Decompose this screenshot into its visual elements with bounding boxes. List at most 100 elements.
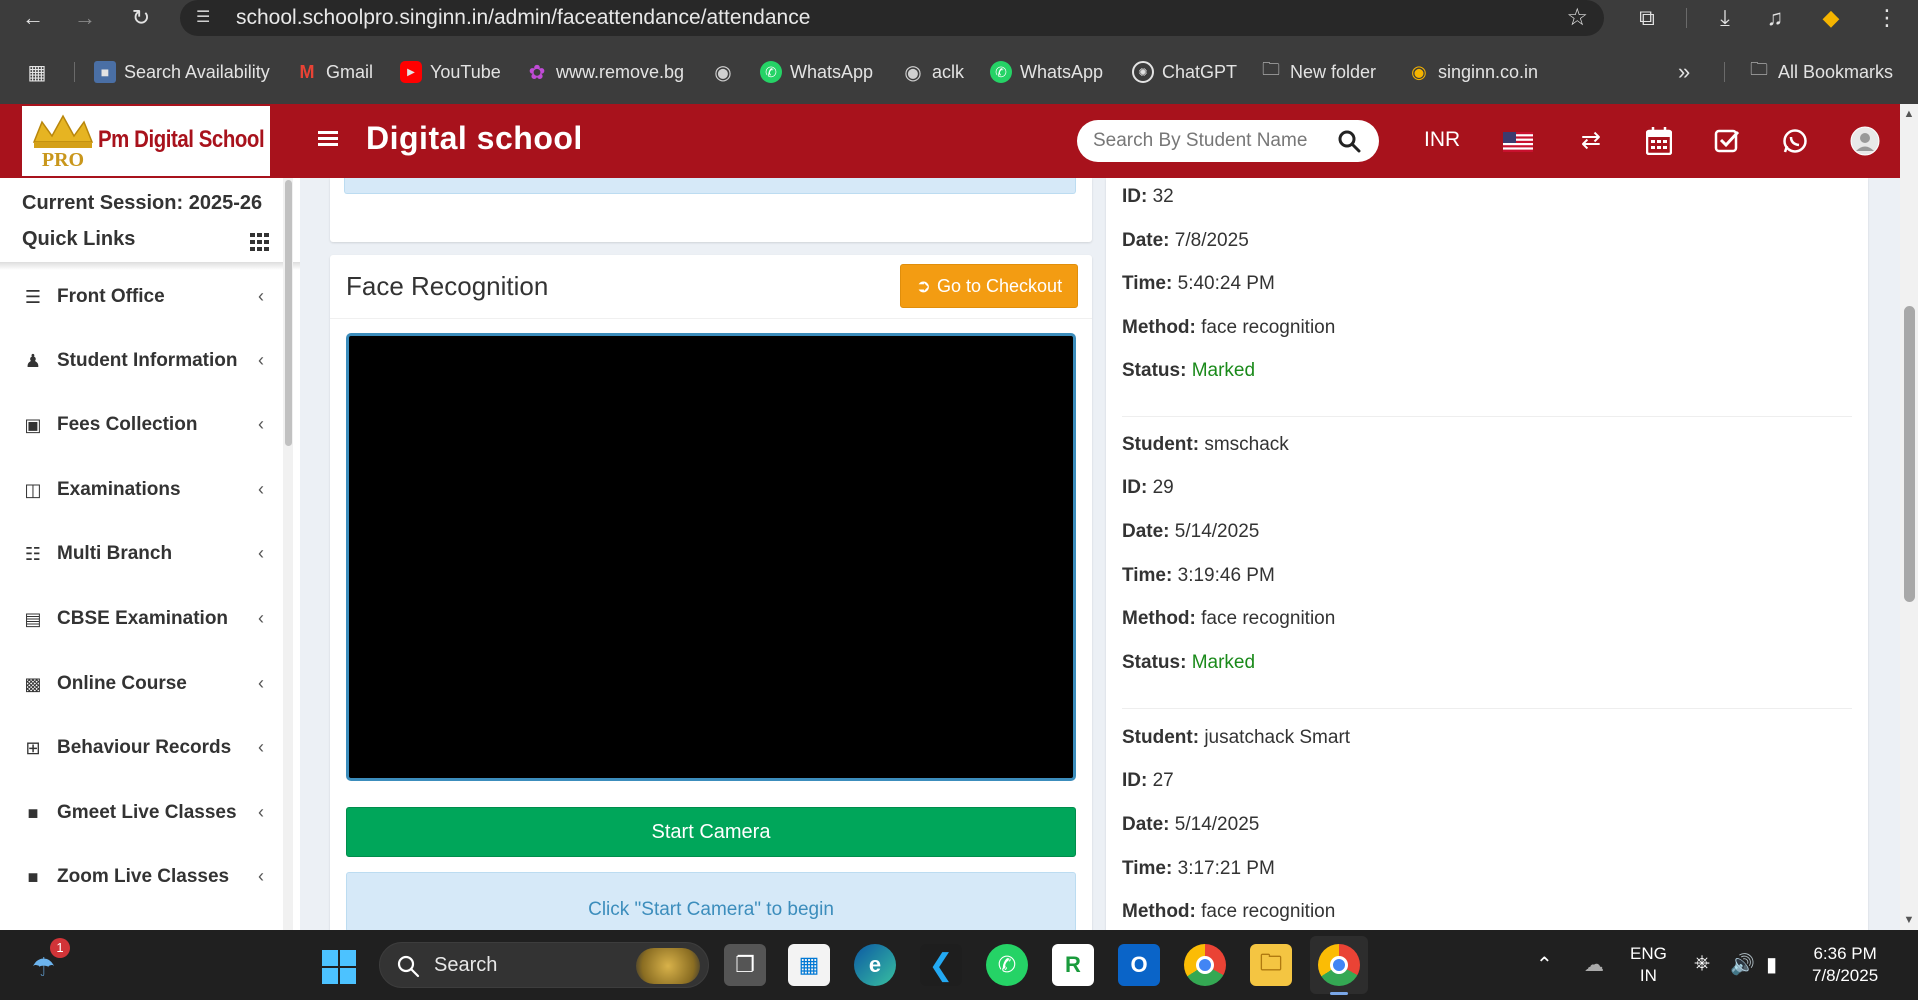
search-availability-icon: ■ <box>94 61 116 83</box>
taskbar-search[interactable]: Search <box>379 942 709 988</box>
chevron-left-icon: ‹ <box>258 673 264 693</box>
bookmark-singinn[interactable]: ◉ singinn.co.in <box>1408 58 1538 86</box>
site-settings-icon[interactable]: ☰ <box>196 7 218 29</box>
scroll-up-icon[interactable]: ▲ <box>1902 108 1916 122</box>
search-icon[interactable] <box>1337 129 1361 153</box>
chrome-icon[interactable] <box>1184 944 1226 986</box>
download-icon[interactable]: ⤓ <box>1710 4 1740 32</box>
switch-icon[interactable]: ⇄ <box>1576 126 1606 156</box>
video-camera-icon: ■ <box>27 803 39 823</box>
windows-start-icon[interactable] <box>322 950 356 984</box>
bookmark-gmail[interactable]: M Gmail <box>296 58 374 86</box>
reload-icon[interactable]: ↻ <box>126 3 156 33</box>
main-content: Face Recognition ➲ Go to Checkout Start … <box>300 178 1900 930</box>
url-text[interactable]: school.schoolpro.singinn.in/admin/faceat… <box>236 6 810 30</box>
record-date: Date: 5/14/2025 <box>1122 814 1260 835</box>
back-icon[interactable]: ← <box>18 3 48 33</box>
video-camera-icon: ■ <box>27 867 39 887</box>
logo-text: Pm Digital School <box>98 126 265 153</box>
student-search-input[interactable] <box>1093 129 1323 153</box>
bookmark-globe[interactable]: ◉ <box>712 58 734 86</box>
outlook-icon[interactable]: O <box>1118 944 1160 986</box>
sidebar: Current Session: 2025-26 Quick Links ☰ F… <box>0 178 300 930</box>
singinn-icon: ◉ <box>1411 61 1427 82</box>
task-view-icon[interactable]: ❐ <box>724 944 766 986</box>
chevron-up-icon[interactable]: ⌃ <box>1536 952 1553 977</box>
vscode-icon[interactable]: ❮ <box>920 944 962 986</box>
quick-links[interactable]: Quick Links <box>22 228 135 251</box>
record-divider <box>1122 708 1852 709</box>
school-logo[interactable]: PRO Pm Digital School <box>22 106 270 176</box>
sidebar-item-fees-collection[interactable]: ▣ Fees Collection ‹ <box>0 400 280 450</box>
record-time: Time: 3:17:21 PM <box>1122 858 1275 879</box>
sidebar-item-zoom-live-classes[interactable]: ■ Zoom Live Classes ‹ <box>0 852 280 902</box>
record-id: ID: 27 <box>1122 770 1174 791</box>
media-control-icon[interactable]: ♫ <box>1760 4 1790 32</box>
user-avatar[interactable] <box>1850 126 1880 156</box>
forward-icon[interactable]: → <box>70 3 100 33</box>
edge-browser-icon[interactable]: e <box>854 944 896 986</box>
whatsapp-icon[interactable]: ✆ <box>986 944 1028 986</box>
bookmark-whatsapp-2[interactable]: ✆ WhatsApp <box>990 58 1103 86</box>
bookmark-chatgpt[interactable]: ✺ ChatGPT <box>1132 58 1237 86</box>
battery-icon[interactable]: ▮ <box>1766 952 1777 977</box>
bookmark-new-folder[interactable]: 🗀 New folder <box>1260 58 1376 86</box>
app-r-icon[interactable]: R <box>1052 944 1094 986</box>
quick-links-grid-icon[interactable] <box>250 233 270 251</box>
scroll-down-icon[interactable]: ▼ <box>1902 914 1916 928</box>
volume-icon[interactable]: 🔊 <box>1730 952 1755 977</box>
apps-grid-icon[interactable]: ▦ <box>26 58 48 86</box>
sidebar-item-online-course[interactable]: ▩ Online Course ‹ <box>0 659 280 709</box>
bookmarks-separator <box>74 62 75 82</box>
bookmarks-bar: ▦ ■ Search Availability M Gmail ▶ YouTube ✿… <box>0 52 1918 92</box>
bookmarks-separator <box>1724 62 1725 82</box>
whatsapp-icon[interactable] <box>1782 128 1808 154</box>
sidebar-item-examinations[interactable]: ◫ Examinations ‹ <box>0 465 280 515</box>
bookmark-star-icon[interactable]: ☆ <box>1566 3 1588 32</box>
chevron-left-icon: ‹ <box>258 866 264 886</box>
crown-logo-icon: PRO <box>32 114 94 168</box>
calendar-icon[interactable] <box>1646 127 1672 155</box>
extensions-icon[interactable]: ⧉ <box>1632 4 1662 32</box>
page-scrollbar-thumb[interactable] <box>1904 306 1915 602</box>
extension-icon[interactable]: ◆ <box>1816 4 1846 32</box>
search-icon <box>397 955 420 978</box>
sidebar-toggle-icon[interactable] <box>318 128 342 152</box>
onedrive-offline-icon[interactable]: ☁ <box>1584 952 1604 977</box>
bookmarks-overflow-icon[interactable]: » <box>1678 58 1690 86</box>
sidebar-scrollbar-thumb[interactable] <box>285 180 292 446</box>
menu-kebab-icon[interactable]: ⋮ <box>1872 4 1902 32</box>
sidebar-item-multi-branch[interactable]: ☷ Multi Branch ‹ <box>0 529 280 579</box>
chrome-active-icon[interactable] <box>1318 944 1360 986</box>
omnibox[interactable]: ☰ school.schoolpro.singinn.in/admin/face… <box>180 0 1604 36</box>
currency-selector[interactable]: INR <box>1424 128 1460 152</box>
weather-umbrella-icon[interactable]: ☂ <box>32 952 55 983</box>
whatsapp-icon: ✆ <box>760 61 782 83</box>
language-indicator[interactable]: ENG IN <box>1630 944 1667 986</box>
bookmark-removebg[interactable]: ✿ www.remove.bg <box>526 58 684 86</box>
task-check-icon[interactable] <box>1714 128 1740 154</box>
bookmark-search-availability[interactable]: ■ Search Availability <box>94 58 270 86</box>
microsoft-store-icon[interactable]: ▦ <box>788 944 830 986</box>
sidebar-item-gmeet-live-classes[interactable]: ■ Gmeet Live Classes ‹ <box>0 788 280 838</box>
chevron-left-icon: ‹ <box>258 543 264 563</box>
globe-icon: ◉ <box>904 61 922 84</box>
sidebar-item-front-office[interactable]: ☰ Front Office ‹ <box>0 272 280 322</box>
bookmark-aclk[interactable]: ◉ aclk <box>902 58 964 86</box>
file-explorer-icon[interactable]: 🗀 <box>1250 944 1292 986</box>
user-plus-icon: ♟ <box>24 351 42 371</box>
bookmark-youtube[interactable]: ▶ YouTube <box>400 58 501 86</box>
sidebar-item-cbse-examination[interactable]: ▤ CBSE Examination ‹ <box>0 594 280 644</box>
all-bookmarks[interactable]: 🗀 All Bookmarks <box>1748 58 1893 86</box>
sidebar-item-behaviour-records[interactable]: ⊞ Behaviour Records ‹ <box>0 723 280 773</box>
go-to-checkout-button[interactable]: ➲ Go to Checkout <box>900 264 1078 308</box>
record-date: Date: 5/14/2025 <box>1122 521 1260 542</box>
wifi-icon[interactable]: ⎈ <box>1694 952 1710 975</box>
start-camera-button[interactable]: Start Camera <box>346 807 1076 857</box>
sidebar-item-student-information[interactable]: ♟ Student Information ‹ <box>0 336 280 386</box>
us-flag-icon[interactable] <box>1503 132 1533 152</box>
system-clock[interactable]: 6:36 PM 7/8/2025 <box>1812 944 1878 986</box>
record-divider <box>1122 416 1852 417</box>
chevron-left-icon: ‹ <box>258 737 264 757</box>
bookmark-whatsapp-1[interactable]: ✆ WhatsApp <box>760 58 873 86</box>
